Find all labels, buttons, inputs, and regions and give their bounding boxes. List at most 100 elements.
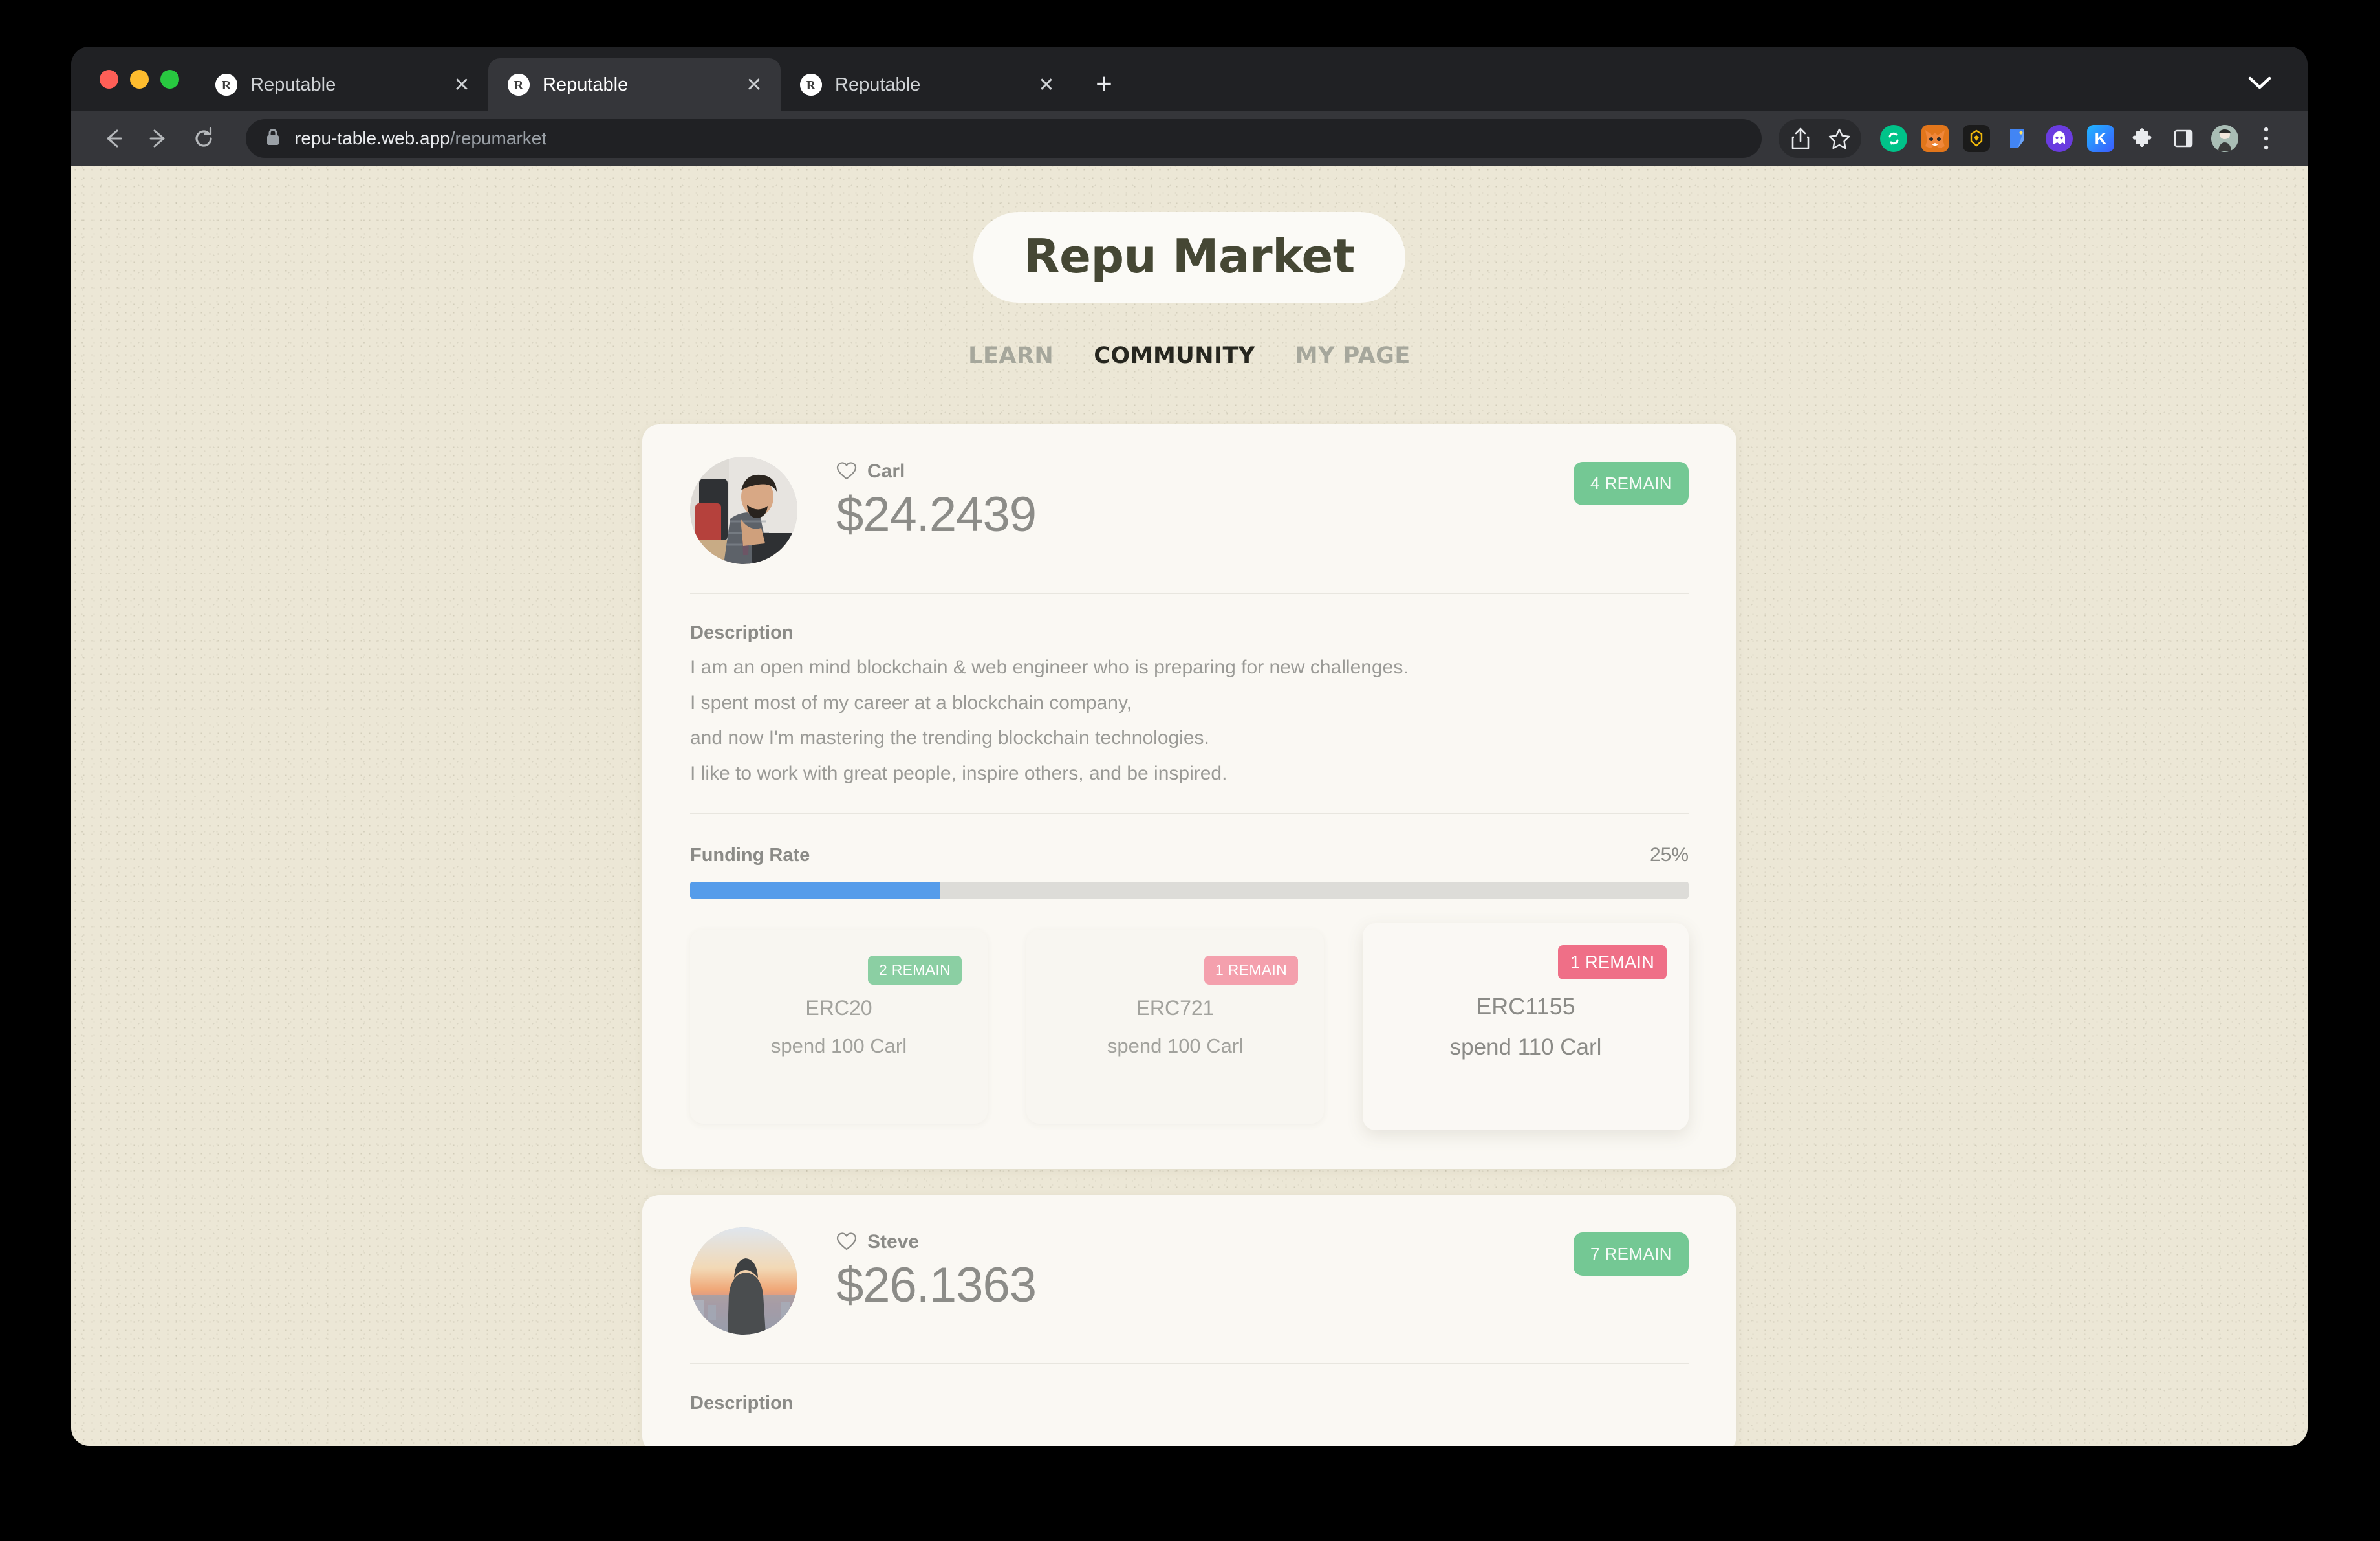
ext-phantom-swap-icon[interactable] bbox=[1874, 119, 1913, 158]
token-name: ERC1155 bbox=[1476, 993, 1575, 1020]
url-domain: repu-table.web.app bbox=[295, 128, 450, 148]
reload-icon[interactable] bbox=[184, 118, 224, 158]
main-nav: LEARN COMMUNITY MY PAGE bbox=[71, 343, 2308, 369]
token-name: ERC20 bbox=[805, 996, 872, 1020]
funding-rate-row: Funding Rate 25% bbox=[690, 844, 1689, 866]
funding-rate-label: Funding Rate bbox=[690, 845, 810, 866]
description-line: I am an open mind blockchain & web engin… bbox=[690, 657, 1409, 678]
funding-progress-bar bbox=[690, 882, 1689, 899]
ext-metamask-icon[interactable] bbox=[1916, 119, 1954, 158]
token-offer-card[interactable]: 2 REMAIN ERC20 spend 100 Carl bbox=[690, 930, 988, 1124]
ext-ghost-icon[interactable] bbox=[2040, 119, 2079, 158]
profile-price: $24.2439 bbox=[836, 487, 1037, 542]
name-row: Steve bbox=[836, 1231, 1036, 1253]
token-price: spend 100 Carl bbox=[1107, 1034, 1244, 1057]
reputable-favicon: R bbox=[215, 74, 237, 96]
token-price: spend 100 Carl bbox=[770, 1034, 907, 1057]
profile-avatar-icon[interactable] bbox=[2205, 119, 2244, 158]
forward-icon[interactable] bbox=[138, 118, 178, 158]
card-identity: Carl $24.2439 bbox=[836, 457, 1037, 543]
browser-tab-3[interactable]: R Reputable ✕ bbox=[781, 58, 1073, 111]
bookmark-star-icon[interactable] bbox=[1820, 119, 1859, 158]
card-header: Steve $26.1363 7 REMAIN bbox=[690, 1227, 1689, 1336]
chrome-menu-icon[interactable] bbox=[2247, 119, 2286, 158]
close-tab-icon[interactable]: ✕ bbox=[742, 72, 766, 97]
browser-tab-2[interactable]: R Reputable ✕ bbox=[488, 58, 781, 111]
description-line: I spent most of my career at a blockchai… bbox=[690, 692, 1132, 714]
profile-name: Steve bbox=[867, 1231, 920, 1252]
avatar bbox=[690, 1227, 797, 1335]
new-tab-button[interactable]: + bbox=[1083, 63, 1125, 105]
svg-text:R: R bbox=[806, 78, 816, 93]
divider bbox=[690, 593, 1689, 594]
tab-title: Reputable bbox=[835, 74, 921, 95]
browser-tab-1[interactable]: R Reputable ✕ bbox=[196, 58, 488, 111]
back-icon[interactable] bbox=[93, 118, 133, 158]
divider bbox=[690, 813, 1689, 814]
ext-kaikas-icon[interactable]: K bbox=[2081, 119, 2120, 158]
profile-price: $26.1363 bbox=[836, 1258, 1037, 1313]
tab-search-chevron-down-icon[interactable] bbox=[2242, 69, 2278, 97]
card-header: Carl $24.2439 4 REMAIN bbox=[690, 457, 1689, 565]
close-tab-icon[interactable]: ✕ bbox=[449, 72, 474, 97]
close-window-button[interactable] bbox=[100, 69, 118, 89]
token-price: spend 110 Carl bbox=[1449, 1034, 1602, 1060]
reputable-favicon: R bbox=[800, 74, 822, 96]
site-title-container: Repu Market bbox=[71, 166, 2308, 303]
heart-icon[interactable] bbox=[836, 461, 857, 482]
ext-binance-icon[interactable] bbox=[1957, 119, 1996, 158]
token-name: ERC721 bbox=[1136, 996, 1215, 1020]
close-tab-icon[interactable]: ✕ bbox=[1034, 72, 1059, 97]
card-identity: Steve $26.1363 bbox=[836, 1227, 1037, 1313]
token-offer-list: 2 REMAIN ERC20 spend 100 Carl 1 REMAIN E… bbox=[690, 923, 1689, 1130]
tab-title: Reputable bbox=[543, 74, 629, 95]
profile-card-carl[interactable]: Carl $24.2439 4 REMAIN Description I am … bbox=[642, 424, 1736, 1169]
lock-icon bbox=[264, 127, 282, 151]
token-offer-card[interactable]: 1 REMAIN ERC721 spend 100 Carl bbox=[1026, 930, 1324, 1124]
svg-text:R: R bbox=[514, 78, 524, 93]
nav-item-my-page[interactable]: MY PAGE bbox=[1295, 343, 1411, 369]
address-bar-url: repu-table.web.app/repumarket bbox=[295, 128, 546, 149]
token-offer-card[interactable]: 1 REMAIN ERC1155 spend 110 Carl bbox=[1363, 923, 1689, 1130]
heart-icon[interactable] bbox=[836, 1232, 857, 1252]
token-status-badge: 1 REMAIN bbox=[1558, 945, 1667, 979]
nav-item-community[interactable]: COMMUNITY bbox=[1094, 343, 1255, 369]
extensions-puzzle-icon[interactable] bbox=[2123, 119, 2161, 158]
address-bar[interactable]: repu-table.web.app/repumarket bbox=[246, 119, 1762, 158]
description-label: Description bbox=[690, 1393, 794, 1414]
description-label: Description bbox=[690, 622, 794, 643]
ext-blue-wallet-icon[interactable] bbox=[1998, 119, 2037, 158]
reputable-favicon: R bbox=[508, 74, 530, 96]
maximize-window-button[interactable] bbox=[160, 69, 179, 89]
status-badge: 7 REMAIN bbox=[1573, 1232, 1689, 1276]
token-status-badge: 2 REMAIN bbox=[867, 956, 962, 985]
page-content: Repu Market LEARN COMMUNITY MY PAGE Carl… bbox=[71, 166, 2308, 1446]
funding-rate-value: 25% bbox=[1649, 844, 1689, 866]
description-line: and now I'm mastering the trending block… bbox=[690, 727, 1209, 749]
avatar bbox=[690, 457, 797, 564]
browser-window: R Reputable ✕ R Reputable ✕ R Reputable … bbox=[71, 47, 2308, 1446]
side-panel-icon[interactable] bbox=[2164, 119, 2203, 158]
status-badge: 4 REMAIN bbox=[1573, 462, 1689, 505]
minimize-window-button[interactable] bbox=[130, 69, 149, 89]
funding-progress-fill bbox=[690, 882, 940, 899]
tab-strip: R Reputable ✕ R Reputable ✕ R Reputable … bbox=[71, 47, 2308, 111]
token-status-badge: 1 REMAIN bbox=[1204, 956, 1298, 985]
share-icon[interactable] bbox=[1781, 119, 1820, 158]
description-line: I like to work with great people, inspir… bbox=[690, 762, 1228, 784]
profile-card-steve[interactable]: Steve $26.1363 7 REMAIN Description bbox=[642, 1195, 1736, 1446]
nav-item-learn[interactable]: LEARN bbox=[968, 343, 1054, 369]
window-traffic-lights bbox=[89, 47, 196, 111]
page-title: Repu Market bbox=[973, 212, 1405, 303]
share-bookmark-pill bbox=[1779, 119, 1861, 158]
divider bbox=[690, 1363, 1689, 1364]
url-path: /repumarket bbox=[449, 128, 547, 148]
profile-card-list: Carl $24.2439 4 REMAIN Description I am … bbox=[642, 424, 1736, 1446]
svg-text:R: R bbox=[222, 78, 232, 93]
name-row: Carl bbox=[836, 461, 1036, 483]
toolbar-right-icons: K bbox=[1779, 119, 2286, 158]
browser-toolbar: repu-table.web.app/repumarket K bbox=[71, 111, 2308, 166]
profile-name: Carl bbox=[867, 461, 905, 482]
tab-title: Reputable bbox=[250, 74, 336, 95]
ext-kaikas-label: K bbox=[2087, 125, 2114, 152]
